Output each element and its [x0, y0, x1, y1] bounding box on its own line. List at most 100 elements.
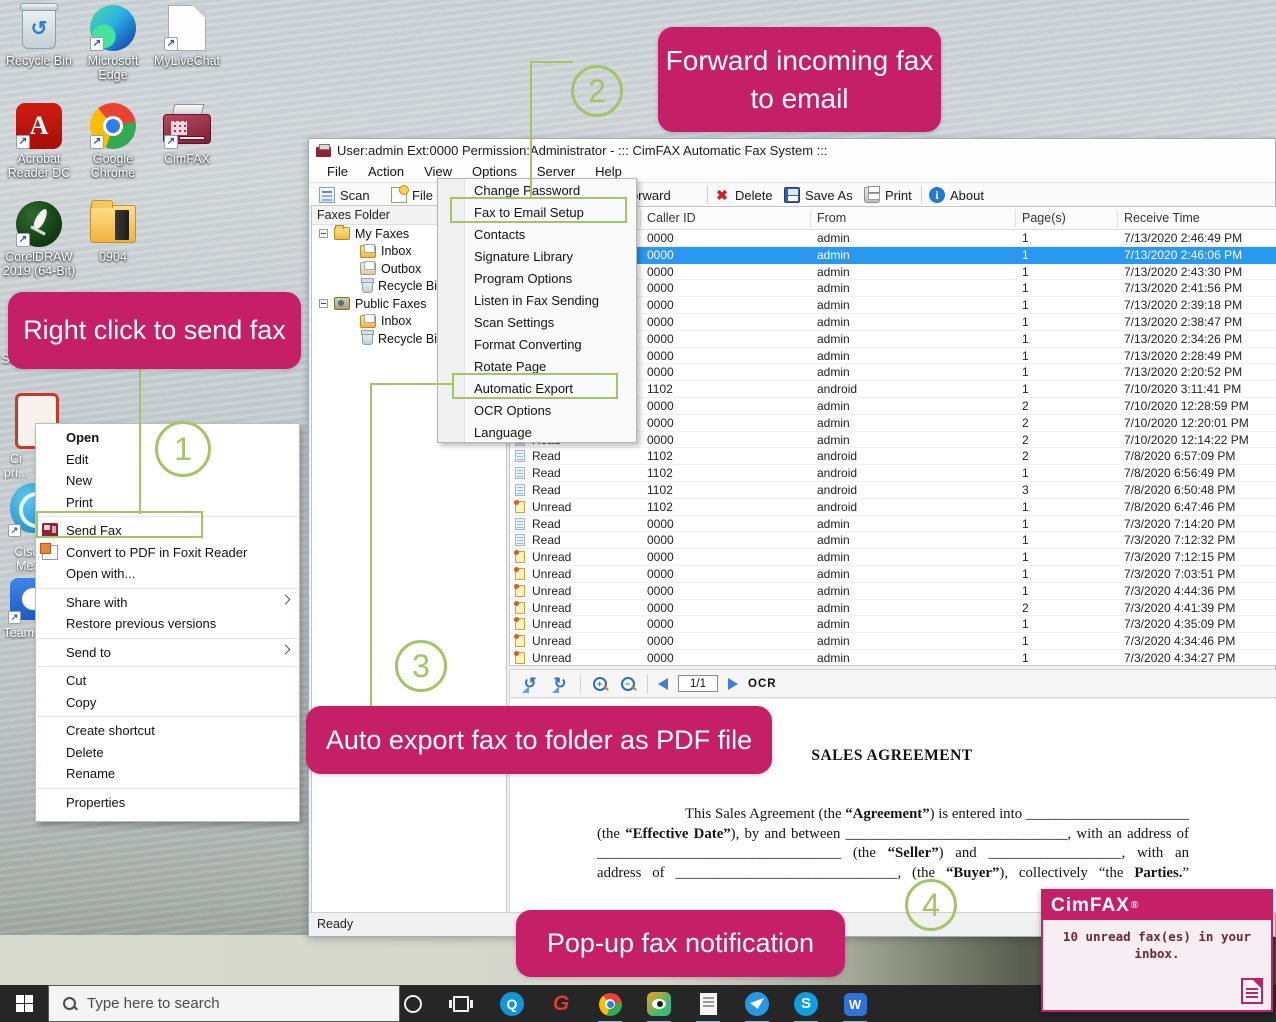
registered-mark: ® — [1131, 900, 1139, 911]
desktop-icon-coreldraw-2019-64-bit-[interactable]: CorelDRAW 2019 (64-Bit) — [2, 200, 76, 298]
menu-file[interactable]: File — [317, 162, 358, 182]
g-app-button[interactable]: G — [547, 990, 575, 1018]
desktop-icon-microsoft-edge[interactable]: Microsoft Edge — [76, 4, 150, 102]
context-menu-item-restore-previous-versions[interactable]: Restore previous versions — [36, 613, 299, 635]
fax-row[interactable]: Unread0000admin17/3/2020 4:35:09 PM — [510, 616, 1276, 633]
ocr-button[interactable]: OCR — [748, 678, 777, 690]
start-button[interactable] — [0, 985, 48, 1022]
status-text: Ready — [317, 917, 353, 931]
column-divider — [810, 210, 811, 227]
fax-row[interactable]: Unread0000admin17/3/2020 4:44:36 PM — [510, 583, 1276, 600]
context-menu-item-properties[interactable]: Properties — [36, 792, 299, 814]
recycle-icon — [15, 4, 63, 52]
fax-row[interactable]: Unread0000admin17/3/2020 7:03:51 PM — [510, 566, 1276, 583]
collapse-expander-icon[interactable] — [319, 299, 328, 308]
toolbar-button-save-as[interactable]: Save As — [784, 185, 853, 205]
read-fax-icon — [515, 467, 525, 479]
callout-auto-export-pdf: Auto export fax to folder as PDF file — [306, 706, 772, 774]
context-menu-item-open-with-[interactable]: Open with... — [36, 563, 299, 585]
callout-forward-fax-to-email: Forward incoming fax to email — [658, 27, 941, 132]
cell-caller-id: 0000 — [647, 617, 674, 631]
cell-from: admin — [817, 281, 850, 295]
fax-row[interactable]: Read1102android17/8/2020 6:56:49 PM — [510, 465, 1276, 482]
desktop-icon-cimfax[interactable]: CimFAX — [150, 102, 224, 200]
server-menu-item-signature-library[interactable]: Signature Library — [438, 246, 636, 268]
fax-row[interactable]: Read1102android37/8/2020 6:50:48 PM — [510, 482, 1276, 499]
page-number-box[interactable]: 1/1 — [678, 675, 718, 692]
desktop-icon-label: CimFAX — [164, 152, 210, 166]
toolbar-button-scan[interactable]: Scan — [319, 185, 370, 205]
server-menu-item-ocr-options[interactable]: OCR Options — [438, 400, 636, 422]
server-menu-item-scan-settings[interactable]: Scan Settings — [438, 312, 636, 334]
cell-status: Unread — [532, 500, 571, 514]
q-app-button[interactable]: Q — [498, 990, 526, 1018]
cell-status: Unread — [532, 601, 571, 615]
fax-row[interactable]: Unread0000admin27/3/2020 4:41:39 PM — [510, 600, 1276, 617]
wps-icon: W — [844, 993, 867, 1016]
context-menu-item-create-shortcut[interactable]: Create shortcut — [36, 720, 299, 742]
desktop-icon-mylivechat[interactable]: MyLiveChat — [150, 4, 224, 102]
cell-receive-time: 7/10/2020 12:14:22 PM — [1124, 433, 1249, 447]
cortana-button[interactable] — [399, 990, 427, 1018]
window-titlebar[interactable]: User:admin Ext:0000 Permission:Administr… — [309, 139, 1275, 162]
collapse-expander-icon[interactable] — [319, 229, 328, 238]
media-app-button[interactable] — [645, 990, 673, 1018]
toolbar-button-delete[interactable]: Delete — [714, 185, 773, 205]
rotate-left-icon[interactable] — [520, 675, 540, 693]
toolbar-separator — [707, 186, 708, 204]
context-menu-item-rename[interactable]: Rename — [36, 763, 299, 785]
context-menu-item-copy[interactable]: Copy — [36, 692, 299, 714]
taskbar-search[interactable]: Type here to search — [48, 985, 400, 1022]
context-menu-item-delete[interactable]: Delete — [36, 742, 299, 764]
fax-row[interactable]: Read0000admin17/3/2020 7:14:20 PM — [510, 516, 1276, 533]
context-menu-item-share-with[interactable]: Share with — [36, 592, 299, 614]
server-menu-item-format-converting[interactable]: Format Converting — [438, 334, 636, 356]
context-menu-item-convert-to-pdf-in-foxit-reader[interactable]: Convert to PDF in Foxit Reader — [36, 542, 299, 564]
cell-caller-id: 0000 — [647, 231, 674, 245]
notepad-button[interactable] — [694, 990, 722, 1018]
desktop-icon-acrobat-reader-dc[interactable]: Acrobat Reader DC — [2, 102, 76, 200]
column-header-from[interactable]: From — [817, 211, 846, 225]
skype-button[interactable]: S — [792, 990, 820, 1018]
zoom-in-icon[interactable] — [591, 675, 609, 693]
toolbar-button-about[interactable]: About — [929, 185, 984, 205]
fax-row[interactable]: Read0000admin17/3/2020 7:12:32 PM — [510, 532, 1276, 549]
cell-caller-id: 0000 — [647, 433, 674, 447]
dingtalk-button[interactable] — [743, 990, 771, 1018]
cell-caller-id: 0000 — [647, 399, 674, 413]
desktop-icon-recycle-bin[interactable]: Recycle Bin — [2, 4, 76, 102]
previous-page-icon[interactable] — [658, 678, 668, 690]
toolbar-button-print[interactable]: Print — [864, 185, 912, 205]
context-menu-item-print[interactable]: Print — [36, 492, 299, 514]
zoom-out-icon[interactable] — [619, 675, 637, 693]
column-header-pages[interactable]: Page(s) — [1022, 211, 1066, 225]
menu-action[interactable]: Action — [358, 162, 414, 182]
wps-button[interactable]: W — [841, 990, 869, 1018]
chrome-taskbar-button[interactable] — [596, 990, 624, 1018]
context-menu-item-new[interactable]: New — [36, 470, 299, 492]
toolbar-button-file[interactable]: File — [391, 185, 433, 205]
server-menu-item-listen-in-fax-sending[interactable]: Listen in Fax Sending — [438, 290, 636, 312]
next-page-icon[interactable] — [728, 678, 738, 690]
context-menu-item-cut[interactable]: Cut — [36, 670, 299, 692]
fax-row[interactable]: Unread0000admin17/3/2020 7:12:15 PM — [510, 549, 1276, 566]
column-header-caller-id[interactable]: Caller ID — [647, 211, 696, 225]
desktop-icon-label: Google Chrome — [76, 152, 150, 180]
desktop-icon-0904[interactable]: 0904 — [76, 200, 150, 298]
fax-notification-popup[interactable]: CimFAX® 10 unread fax(es) in your inbox. — [1041, 889, 1273, 1012]
fax-row[interactable]: Unread1102android17/8/2020 6:47:46 PM — [510, 499, 1276, 516]
task-view-button[interactable] — [447, 990, 475, 1018]
fax-row[interactable]: Unread0000admin17/3/2020 4:34:27 PM — [510, 650, 1276, 666]
dingtalk-icon — [745, 992, 769, 1016]
inbox-icon — [360, 245, 376, 258]
server-menu-item-program-options[interactable]: Program Options — [438, 268, 636, 290]
server-menu-item-language[interactable]: Language — [438, 422, 636, 444]
desktop-icon-google-chrome[interactable]: Google Chrome — [76, 102, 150, 200]
rotate-right-icon[interactable] — [550, 675, 570, 693]
fax-row[interactable]: Unread0000admin17/3/2020 4:34:46 PM — [510, 633, 1276, 650]
column-header-receive-time[interactable]: Receive Time — [1124, 211, 1200, 225]
context-menu-item-send-to[interactable]: Send to — [36, 642, 299, 664]
fax-row[interactable]: Read1102android27/8/2020 6:57:09 PM — [510, 448, 1276, 465]
cell-caller-id: 1102 — [647, 449, 673, 463]
server-menu-item-contacts[interactable]: Contacts — [438, 224, 636, 246]
